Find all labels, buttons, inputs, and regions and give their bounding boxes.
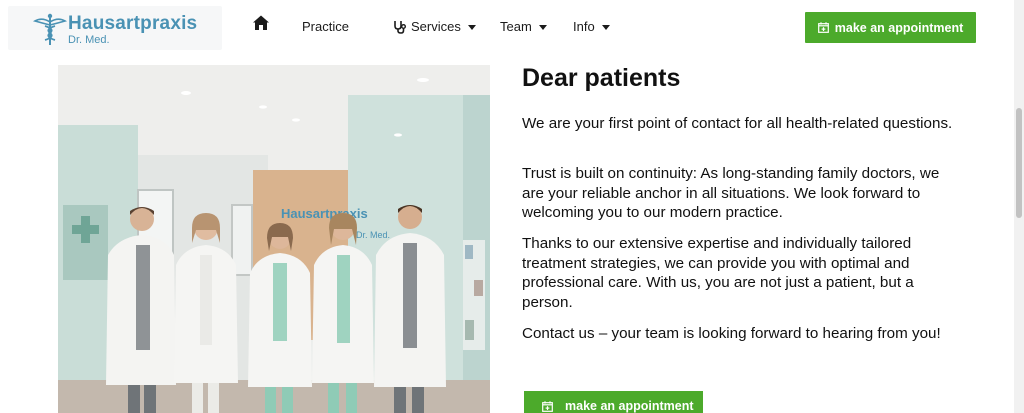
wall-sign-subtitle: Dr. Med. [356,230,390,240]
intro-paragraph: We are your first point of contact for a… [522,115,953,132]
contact-paragraph: Contact us – your team is looking forwar… [522,325,941,342]
calendar-plus-icon [542,400,553,412]
make-appointment-button[interactable]: make an appointment [805,12,976,43]
nav-practice-label: Practice [302,19,349,34]
team-photo: Hausartpraxis Dr. Med. [58,65,490,413]
caduceus-icon [32,13,68,45]
nav-info[interactable]: Info [573,19,610,34]
calendar-plus-icon [817,22,829,33]
nav-services-label: Services [411,19,461,34]
logo-title: Hausartpraxis [68,13,198,34]
nav-team-label: Team [500,19,532,34]
chevron-down-icon [538,24,547,30]
stethoscope-icon [394,20,406,34]
nav-services[interactable]: Services [393,19,476,34]
chevron-down-icon [601,24,610,30]
page-title: Dear patients [522,64,681,92]
nav-practice[interactable]: Practice [302,19,349,34]
make-appointment-button-main[interactable]: make an appointment [524,391,703,413]
trust-paragraph: Trust is built on continuity: As long-st… [522,165,940,222]
nav-team[interactable]: Team [500,19,547,34]
home-icon[interactable] [252,14,270,32]
scrollbar-thumb[interactable] [1016,108,1022,218]
make-appointment-label-main: make an appointment [565,399,694,413]
logo-subtitle: Dr. Med. [68,34,110,46]
logo[interactable]: Hausartpraxis Dr. Med. [8,6,222,50]
nav-info-label: Info [573,19,595,34]
chevron-down-icon [467,24,476,30]
expertise-paragraph: Thanks to our extensive expertise and in… [522,235,914,311]
make-appointment-label: make an appointment [834,20,964,35]
